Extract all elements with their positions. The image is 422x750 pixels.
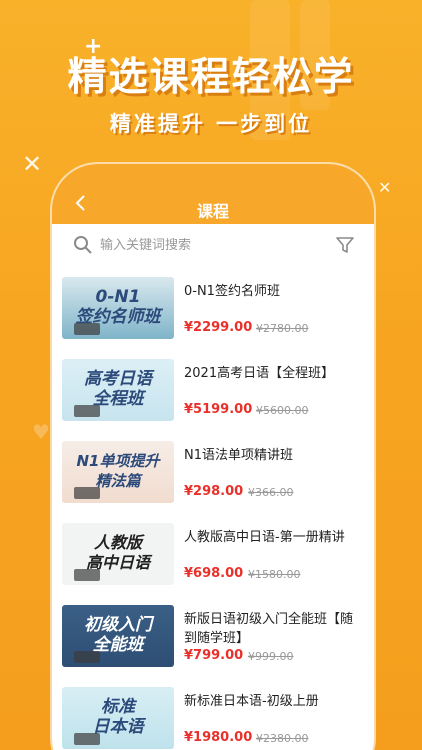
course-list: 0-N1 签约名师班 0-N1签约名师班 ¥2299.00 ¥2780.00 高…	[52, 268, 374, 750]
course-original-price: ¥366.00	[248, 486, 294, 499]
course-thumbnail: 人教版 高中日语	[62, 523, 174, 585]
thumbnail-text: 初级入门 全能班	[84, 615, 152, 655]
search-icon	[74, 236, 92, 254]
thumbnail-text: 人教版 高中日语	[85, 533, 150, 572]
thumbnail-text: 高考日语 全程班	[84, 369, 152, 409]
course-thumbnail: N1单项提升 精法篇	[62, 441, 174, 503]
thumbnail-badge	[74, 569, 100, 581]
course-item[interactable]: 高考日语 全程班 2021高考日语【全程班】 ¥5199.00 ¥5600.00	[52, 350, 374, 432]
course-original-price: ¥5600.00	[256, 404, 309, 417]
course-name: N1语法单项精讲班	[184, 448, 293, 463]
course-price: ¥799.00	[184, 648, 244, 663]
promo-title: 精选课程轻松学	[67, 55, 355, 100]
x-decoration-icon: ✕	[22, 150, 43, 178]
thumbnail-badge	[74, 651, 100, 663]
course-thumbnail: 标准 日本语	[62, 687, 174, 749]
course-item[interactable]: 初级入门 全能班 新版日语初级入门全能班【随到随学班】 ¥799.00 ¥999…	[52, 596, 374, 678]
course-price: ¥5199.00	[184, 402, 253, 417]
course-name: 2021高考日语【全程班】	[184, 366, 335, 381]
course-price: ¥1980.00	[184, 730, 253, 745]
course-thumbnail: 0-N1 签约名师班	[62, 277, 174, 339]
thumbnail-badge	[74, 323, 100, 335]
course-original-price: ¥2780.00	[256, 322, 309, 335]
thumbnail-text: N1单项提升 精法篇	[76, 452, 160, 490]
course-original-price: ¥2380.00	[256, 732, 309, 745]
course-item[interactable]: 标准 日本语 新标准日本语-初级上册 ¥1980.00 ¥2380.00	[52, 678, 374, 750]
course-thumbnail: 初级入门 全能班	[62, 605, 174, 667]
course-original-price: ¥1580.00	[248, 568, 301, 581]
thumbnail-badge	[74, 733, 100, 745]
thumbnail-text: 标准 日本语	[92, 697, 144, 737]
course-price: ¥298.00	[184, 484, 244, 499]
thumbnail-badge	[74, 405, 100, 417]
course-original-price: ¥999.00	[248, 650, 294, 663]
thumbnail-badge	[74, 487, 100, 499]
filter-funnel-icon[interactable]	[334, 234, 356, 256]
course-name: 新版日语初级入门全能班【随到随学班】	[184, 612, 354, 646]
course-item[interactable]: 人教版 高中日语 人教版高中日语-第一册精讲 ¥698.00 ¥1580.00	[52, 514, 374, 596]
search-input[interactable]	[100, 237, 334, 253]
x-decoration-icon: ✕	[378, 178, 392, 197]
course-name: 新标准日本语-初级上册	[184, 694, 319, 709]
course-thumbnail: 高考日语 全程班	[62, 359, 174, 421]
heart-decoration-icon: ♥	[32, 420, 50, 444]
promo-subtitle: 精准提升 一步到位	[109, 112, 313, 136]
course-price: ¥698.00	[184, 566, 244, 581]
course-item[interactable]: 0-N1 签约名师班 0-N1签约名师班 ¥2299.00 ¥2780.00	[52, 268, 374, 350]
course-price: ¥2299.00	[184, 320, 253, 335]
phone-mockup: 课程 0-N1 签约名师班 0-N1签约名师班 ¥2299.00 ¥2780.0…	[52, 164, 374, 750]
search-bar	[62, 230, 364, 260]
app-header: 课程	[52, 164, 374, 224]
course-name: 0-N1签约名师班	[184, 284, 280, 299]
course-item[interactable]: N1单项提升 精法篇 N1语法单项精讲班 ¥298.00 ¥366.00	[52, 432, 374, 514]
course-name: 人教版高中日语-第一册精讲	[184, 530, 345, 545]
page-title: 课程	[196, 202, 229, 221]
thumbnail-text: 0-N1 签约名师班	[75, 287, 161, 327]
